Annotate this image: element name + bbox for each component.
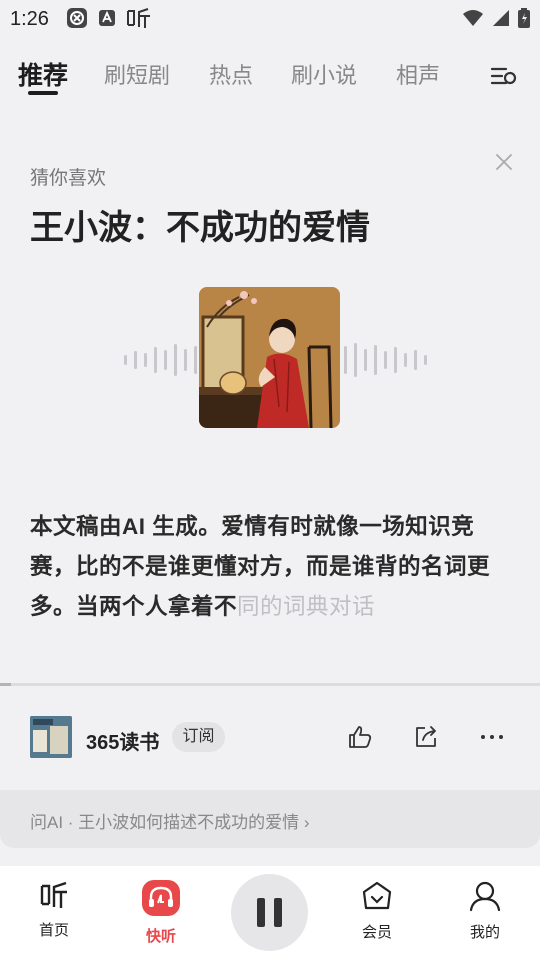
nav-quick-listen-label: 快听 <box>145 928 176 945</box>
ask-ai-bar[interactable]: 问AI · 王小波如何描述不成功的爱情 › <box>0 790 540 848</box>
top-tabs: 推荐 刷短剧 热点 刷小说 相声 <box>0 50 540 100</box>
source-avatar[interactable] <box>30 716 72 758</box>
share-icon[interactable] <box>413 724 439 750</box>
signal-icon <box>493 10 509 26</box>
crown-basket-icon <box>362 881 392 910</box>
headphones-icon <box>142 880 180 916</box>
ting-icon <box>127 8 150 28</box>
nav-home-label: 首页 <box>38 922 69 939</box>
pause-icon <box>257 898 282 927</box>
chevron-right-icon: › <box>303 813 310 832</box>
ask-ai-question: 问AI · 王小波如何描述不成功的爱情 <box>30 813 300 832</box>
active-tab-indicator <box>28 91 58 95</box>
album-cover[interactable] <box>199 287 340 428</box>
transcript-upcoming: 同的词典对话 <box>237 594 376 619</box>
tab-short-drama[interactable]: 刷短剧 <box>104 58 170 90</box>
ting-logo-icon <box>40 881 67 908</box>
status-right-icons <box>462 8 530 28</box>
battery-icon <box>518 8 530 28</box>
more-icon[interactable] <box>479 724 505 750</box>
source-name[interactable]: 365读书 <box>86 726 159 755</box>
subscribe-button[interactable]: 订阅 <box>172 722 225 752</box>
progress-bar[interactable] <box>0 683 540 686</box>
progress-fill <box>0 683 11 686</box>
close-icon[interactable] <box>494 152 514 172</box>
app-badge-icon <box>67 8 87 28</box>
tab-novel[interactable]: 刷小说 <box>291 58 357 90</box>
tab-recommend[interactable]: 推荐 <box>18 56 68 92</box>
a-notification-icon <box>99 10 115 26</box>
status-left-icons <box>66 7 152 29</box>
sound-wave-right <box>344 342 427 378</box>
channel-menu-icon[interactable] <box>490 64 518 88</box>
sound-wave-left <box>124 342 207 378</box>
ask-ai-text: 问AI · 王小波如何描述不成功的爱情 › <box>30 808 310 833</box>
transcript-text: 本文稿由AI 生成。爱情有时就像一场知识竞赛，比的不是谁更懂对方，而是谁背的名词… <box>30 507 510 627</box>
status-time: 1:26 <box>10 8 49 30</box>
nav-mine[interactable]: 我的 <box>445 880 525 942</box>
nav-vip[interactable]: 会员 <box>337 880 417 942</box>
tab-crosstalk[interactable]: 相声 <box>396 58 440 90</box>
source-avatar-art <box>30 716 72 758</box>
audio-title: 王小波：不成功的爱情 <box>30 209 370 247</box>
nav-home[interactable]: 首页 <box>14 880 94 940</box>
person-icon <box>469 881 501 912</box>
thumbs-up-icon[interactable] <box>347 724 373 750</box>
nav-quick-listen[interactable]: 快听 <box>121 880 201 946</box>
recommend-label: 猜你喜欢 <box>30 168 107 189</box>
cover-illustration <box>199 287 340 428</box>
pause-button[interactable] <box>231 874 308 951</box>
tab-hot[interactable]: 热点 <box>209 58 253 90</box>
nav-mine-label: 我的 <box>469 924 500 941</box>
status-bar: 1:26 <box>0 0 540 36</box>
nav-vip-label: 会员 <box>361 924 392 941</box>
wifi-icon <box>463 10 483 26</box>
source-row: 365读书 订阅 <box>0 712 540 766</box>
bottom-nav: 首页 快听 会员 我的 <box>0 866 540 960</box>
